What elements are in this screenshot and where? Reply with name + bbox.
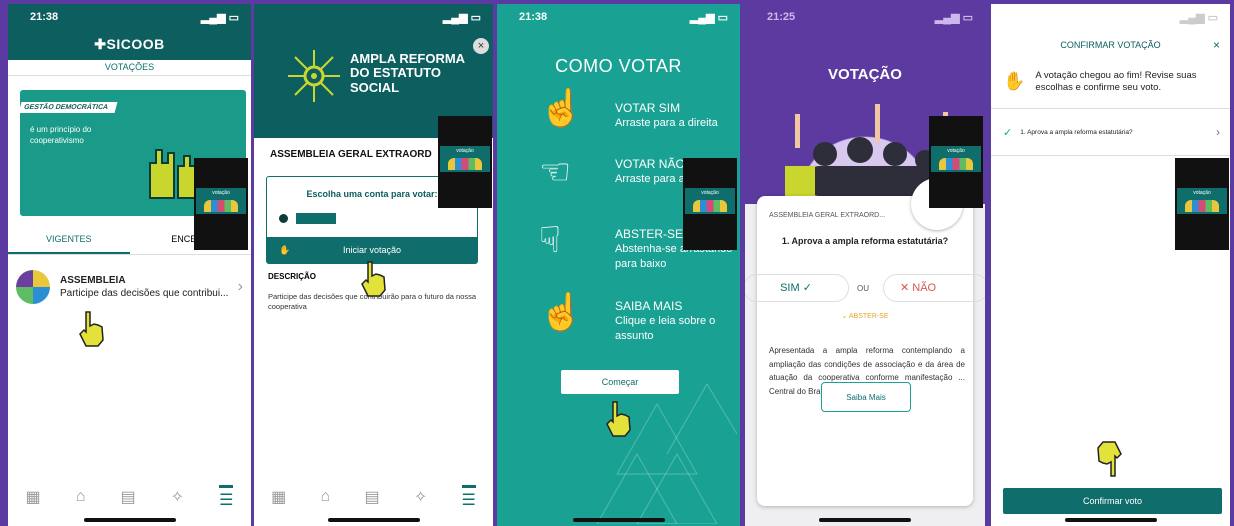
home-indicator	[572, 518, 665, 522]
page-title: VOTAÇÃO	[828, 66, 902, 83]
battery-icon: ▂▄▆ ▭	[200, 11, 239, 24]
calendar-icon[interactable]: ▤	[364, 487, 379, 507]
swipe-right-icon: ☝	[539, 87, 584, 128]
status-bar: ▂▄▆ ▭	[991, 4, 1230, 30]
home-icon[interactable]: ▦	[26, 487, 41, 507]
x-icon: ✕	[900, 282, 910, 294]
status-bar: 21:38 ▂▄▆ ▭	[519, 11, 728, 24]
battery-icon: ▂▄▆ ▭	[934, 11, 973, 24]
handshake-icon[interactable]: ✧	[171, 487, 184, 507]
swipe-down-icon: ☟	[539, 219, 561, 260]
battery-icon: ▂▄▆ ▭	[689, 11, 728, 24]
page-title: COMO VOTAR	[555, 56, 682, 76]
tab-vigentes[interactable]: VIGENTES	[8, 234, 130, 254]
vote-icon: ✋	[279, 245, 291, 255]
or-label: OU	[857, 284, 869, 293]
item-title: ASSEMBLEIA	[60, 275, 126, 286]
list-item[interactable]: ASSEMBLEIA Participe das decisões que con…	[16, 266, 243, 308]
bank-icon[interactable]: ⌂	[321, 488, 331, 506]
section-title: VOTAÇÕES	[8, 62, 251, 76]
home-indicator	[327, 518, 420, 522]
video-thumbnail[interactable]: votação	[194, 158, 248, 250]
pointer-hand-icon	[1097, 441, 1122, 477]
read-more-button[interactable]: Saiba Mais	[821, 382, 911, 412]
question-text: 1. Aprova a ampla reforma estatutária?	[781, 236, 949, 246]
item-subtitle: Participe das decisões que contribui...	[60, 288, 229, 299]
question-row[interactable]: ✓ 1. Aprova a ampla reforma estatutária? ›	[991, 108, 1230, 156]
menu-icon[interactable]: ☰	[219, 484, 234, 510]
bottom-nav: ▦ ⌂ ▤ ✧ ☰	[254, 482, 493, 512]
battery-icon: ▂▄▆ ▭	[442, 11, 481, 24]
abstain-button[interactable]: ⌄ ABSTER-SE	[757, 312, 973, 320]
confirm-vote-button[interactable]: Confirmar voto	[1003, 488, 1222, 514]
status-bar: 21:25 ▂▄▆ ▭	[767, 11, 973, 24]
chevron-right-icon: ›	[237, 278, 243, 295]
video-thumbnail[interactable]: votação	[438, 116, 492, 208]
video-thumbnail[interactable]: votação	[1175, 158, 1229, 250]
card-badge: GESTÃO DEMOCRÁTICA	[18, 102, 118, 113]
assembly-title: ASSEMBLEIA GERAL EXTRAORD	[270, 149, 432, 160]
status-bar: 21:38 ▂▄▆ ▭	[30, 11, 239, 24]
home-indicator	[1064, 518, 1157, 522]
home-indicator	[83, 518, 176, 522]
swipe-left-icon: ☜	[539, 151, 572, 192]
calendar-icon[interactable]: ▤	[120, 487, 135, 507]
phone-screen-3: 21:38 ▂▄▆ ▭ COMO VOTAR ☝ VOTAR SIM Arraste…	[497, 4, 740, 526]
vote-yes-button[interactable]: SIM ✓	[745, 274, 849, 302]
phone-screen-5: ▂▄▆ ▭ CONFIRMAR VOTAÇÃO × ✋ A votação che…	[991, 4, 1230, 526]
pointer-hand-icon	[79, 311, 104, 347]
close-icon[interactable]: ×	[1213, 38, 1220, 52]
account-radio[interactable]	[279, 213, 336, 224]
assembly-title: ASSEMBLEIA GERAL EXTRAORD...	[769, 212, 886, 219]
network-icon	[288, 50, 340, 102]
video-thumbnail[interactable]: votação	[929, 116, 983, 208]
proposal-title: AMPLA REFORMA DO ESTATUTO SOCIAL	[350, 51, 465, 95]
chevron-down-icon: ⌄	[841, 313, 848, 320]
description-label: DESCRIÇÃO	[268, 272, 317, 281]
page-title: CONFIRMAR VOTAÇÃO	[1060, 40, 1161, 50]
bank-icon[interactable]: ⌂	[76, 488, 86, 506]
video-thumbnail[interactable]: votação	[683, 158, 737, 250]
start-button[interactable]: Começar	[561, 370, 679, 394]
avatar	[16, 270, 50, 304]
chevron-right-icon: ›	[1216, 125, 1220, 139]
status-bar: ▂▄▆ ▭	[254, 4, 493, 30]
summary-message: ✋ A votação chegou ao fim! Revise suas es…	[1003, 70, 1197, 93]
tap-icon: ☝	[539, 291, 584, 332]
close-icon[interactable]: ×	[473, 38, 489, 54]
vote-icon: ✋	[1003, 71, 1026, 91]
menu-icon[interactable]: ☰	[461, 484, 476, 510]
battery-icon: ▂▄▆ ▭	[1179, 11, 1218, 24]
phone-screen-1: 21:38 ▂▄▆ ▭ ✚SICOOB VOTAÇÕES GESTÃO DEMOC…	[8, 4, 251, 526]
check-icon: ✓	[802, 282, 812, 294]
pointer-hand-icon	[361, 261, 386, 297]
phone-screen-4: 21:25 ▂▄▆ ▭ VOTAÇÃO ASSEMBLEIA GERAL EXTR…	[745, 4, 985, 526]
phone-screen-2: AMPLA REFORMA DO ESTATUTO SOCIAL × ▂▄▆ ▭…	[254, 4, 493, 526]
check-icon: ✓	[1003, 126, 1013, 139]
brand-logo: ✚SICOOB	[94, 36, 165, 52]
card-text: é um princípio do cooperativismo	[30, 125, 92, 146]
bottom-nav: ▦ ⌂ ▤ ✧ ☰	[8, 482, 251, 512]
home-indicator	[819, 518, 911, 522]
home-icon[interactable]: ▦	[271, 487, 286, 507]
pointer-hand-icon	[606, 401, 631, 437]
vote-no-button[interactable]: ✕ NÃO	[883, 274, 985, 302]
vote-card: ASSEMBLEIA GERAL EXTRAORD... 1. Aprova a…	[745, 196, 985, 506]
handshake-icon[interactable]: ✧	[414, 487, 427, 507]
